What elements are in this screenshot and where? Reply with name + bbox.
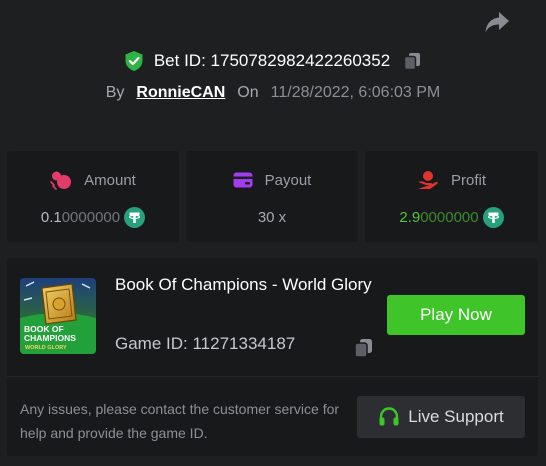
game-id-label: Game ID:	[115, 334, 188, 353]
on-label: On	[237, 84, 259, 101]
divider	[7, 376, 538, 377]
payout-card: Payout 30 x	[186, 151, 358, 242]
copy-icon[interactable]	[402, 51, 422, 71]
profit-label: Profit	[450, 171, 486, 189]
payout-label: Payout	[264, 171, 312, 189]
verified-shield-icon	[125, 51, 143, 71]
game-title[interactable]: Book Of Champions - World Glory	[115, 271, 380, 299]
thumb-title-line3: WORLD GLORY	[25, 345, 67, 351]
by-label: By	[105, 84, 125, 101]
amount-header: Amount	[7, 169, 179, 191]
profit-header: Profit	[365, 169, 538, 191]
tether-usdt-icon	[124, 206, 146, 228]
amount-card: Amount 0.10000000	[7, 151, 179, 242]
live-support-label: Live Support	[408, 407, 504, 426]
tether-usdt-icon	[482, 206, 504, 228]
amount-value-main: 0.1	[40, 208, 62, 226]
game-card: BOOK OF CHAMPIONS WORLD GLORY Book Of Ch…	[7, 258, 538, 456]
payout-header: Payout	[186, 169, 358, 191]
profit-value-main: 2.9	[399, 208, 421, 226]
game-id-text: Game ID: 11271334187	[115, 334, 295, 354]
hand-coin-icon	[417, 171, 438, 189]
bet-id-text: Bet ID: 1750782982422260352	[154, 51, 390, 71]
wallet-icon	[233, 172, 253, 188]
live-support-button[interactable]: Live Support	[357, 396, 525, 438]
share-icon[interactable]	[484, 10, 510, 34]
profit-value-trailing: 0000000	[420, 208, 479, 226]
profit-card: Profit 2.90000000	[365, 151, 538, 242]
bet-detail-panel: Bet ID: 1750782982422260352 By RonnieCAN…	[0, 0, 546, 466]
coins-icon	[50, 171, 72, 190]
bet-meta-row: By RonnieCAN On 11/28/2022, 6:06:03 PM	[0, 82, 546, 104]
bet-datetime: 11/28/2022, 6:06:03 PM	[270, 84, 441, 101]
game-id-value: 11271334187	[192, 334, 296, 353]
bet-id-value: 1750782982422260352	[210, 51, 391, 70]
copy-game-id-icon[interactable]	[352, 337, 374, 359]
bet-id-label: Bet ID:	[153, 51, 206, 70]
thumb-title-line2: CHAMPIONS	[24, 333, 76, 343]
amount-label: Amount	[84, 171, 136, 189]
support-help-text: Any issues, please contact the customer …	[20, 401, 340, 441]
payout-value: 30 x	[186, 205, 358, 229]
game-thumbnail[interactable]: BOOK OF CHAMPIONS WORLD GLORY	[20, 278, 96, 354]
payout-multiplier: 30 x	[257, 208, 287, 226]
bet-id-row: Bet ID: 1750782982422260352	[0, 49, 546, 73]
profit-value: 2.90000000	[365, 205, 538, 229]
headset-icon	[379, 407, 399, 426]
amount-value: 0.10000000	[7, 205, 179, 229]
amount-value-trailing: 0000000	[61, 208, 121, 226]
username-link[interactable]: RonnieCAN	[136, 84, 225, 102]
play-now-button[interactable]: Play Now	[387, 295, 525, 335]
